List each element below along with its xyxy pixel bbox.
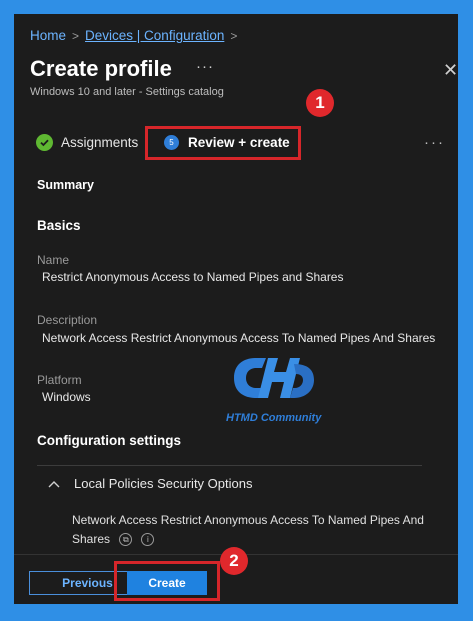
chevron-right-icon: > <box>72 28 80 43</box>
tab-assignments-label: Assignments <box>61 135 139 150</box>
more-tabs-icon[interactable]: ··· <box>424 134 445 151</box>
step-number-badge: 5 <box>164 135 179 150</box>
platform-value: Windows <box>42 390 91 404</box>
page-subtitle: Windows 10 and later - Settings catalog <box>30 86 224 98</box>
platform-label: Platform <box>37 373 82 387</box>
tab-assignments[interactable]: Assignments <box>36 134 138 151</box>
configuration-settings-heading: Configuration settings <box>37 433 181 448</box>
breadcrumb-home[interactable]: Home <box>30 28 66 43</box>
setting-item: Network Access Restrict Anonymous Access… <box>72 511 442 549</box>
description-label: Description <box>37 313 98 327</box>
callout-badge-2: 2 <box>220 547 248 575</box>
name-value: Restrict Anonymous Access to Named Pipes… <box>42 270 344 284</box>
settings-group-header[interactable]: Local Policies Security Options <box>48 476 252 491</box>
htmd-logo-icon <box>234 358 314 398</box>
link-icon[interactable]: ⧉ <box>119 533 133 547</box>
page-title: Create profile <box>30 56 172 81</box>
create-profile-panel: Home > Devices | Configuration > Create … <box>14 14 458 604</box>
watermark-text: HTMD Community <box>226 412 322 424</box>
breadcrumb: Home > Devices | Configuration > <box>30 28 237 43</box>
basics-heading: Basics <box>37 218 81 233</box>
callout-badge-1: 1 <box>306 89 334 117</box>
close-icon[interactable]: ✕ <box>443 60 458 81</box>
info-icon[interactable]: i <box>141 533 155 547</box>
tab-review-create-label: Review + create <box>188 135 290 150</box>
create-button[interactable]: Create <box>127 571 207 595</box>
more-options-icon[interactable]: ··· <box>196 58 214 75</box>
check-circle-icon <box>36 134 53 151</box>
summary-heading: Summary <box>37 178 94 192</box>
settings-group-label: Local Policies Security Options <box>74 476 253 491</box>
breadcrumb-devices-configuration[interactable]: Devices | Configuration <box>85 28 224 43</box>
description-value: Network Access Restrict Anonymous Access… <box>42 331 436 345</box>
tab-review-create[interactable]: 5 Review + create <box>164 135 290 150</box>
divider <box>37 465 422 466</box>
chevron-right-icon: > <box>230 28 238 43</box>
chevron-up-icon <box>48 480 60 487</box>
name-label: Name <box>37 253 70 267</box>
